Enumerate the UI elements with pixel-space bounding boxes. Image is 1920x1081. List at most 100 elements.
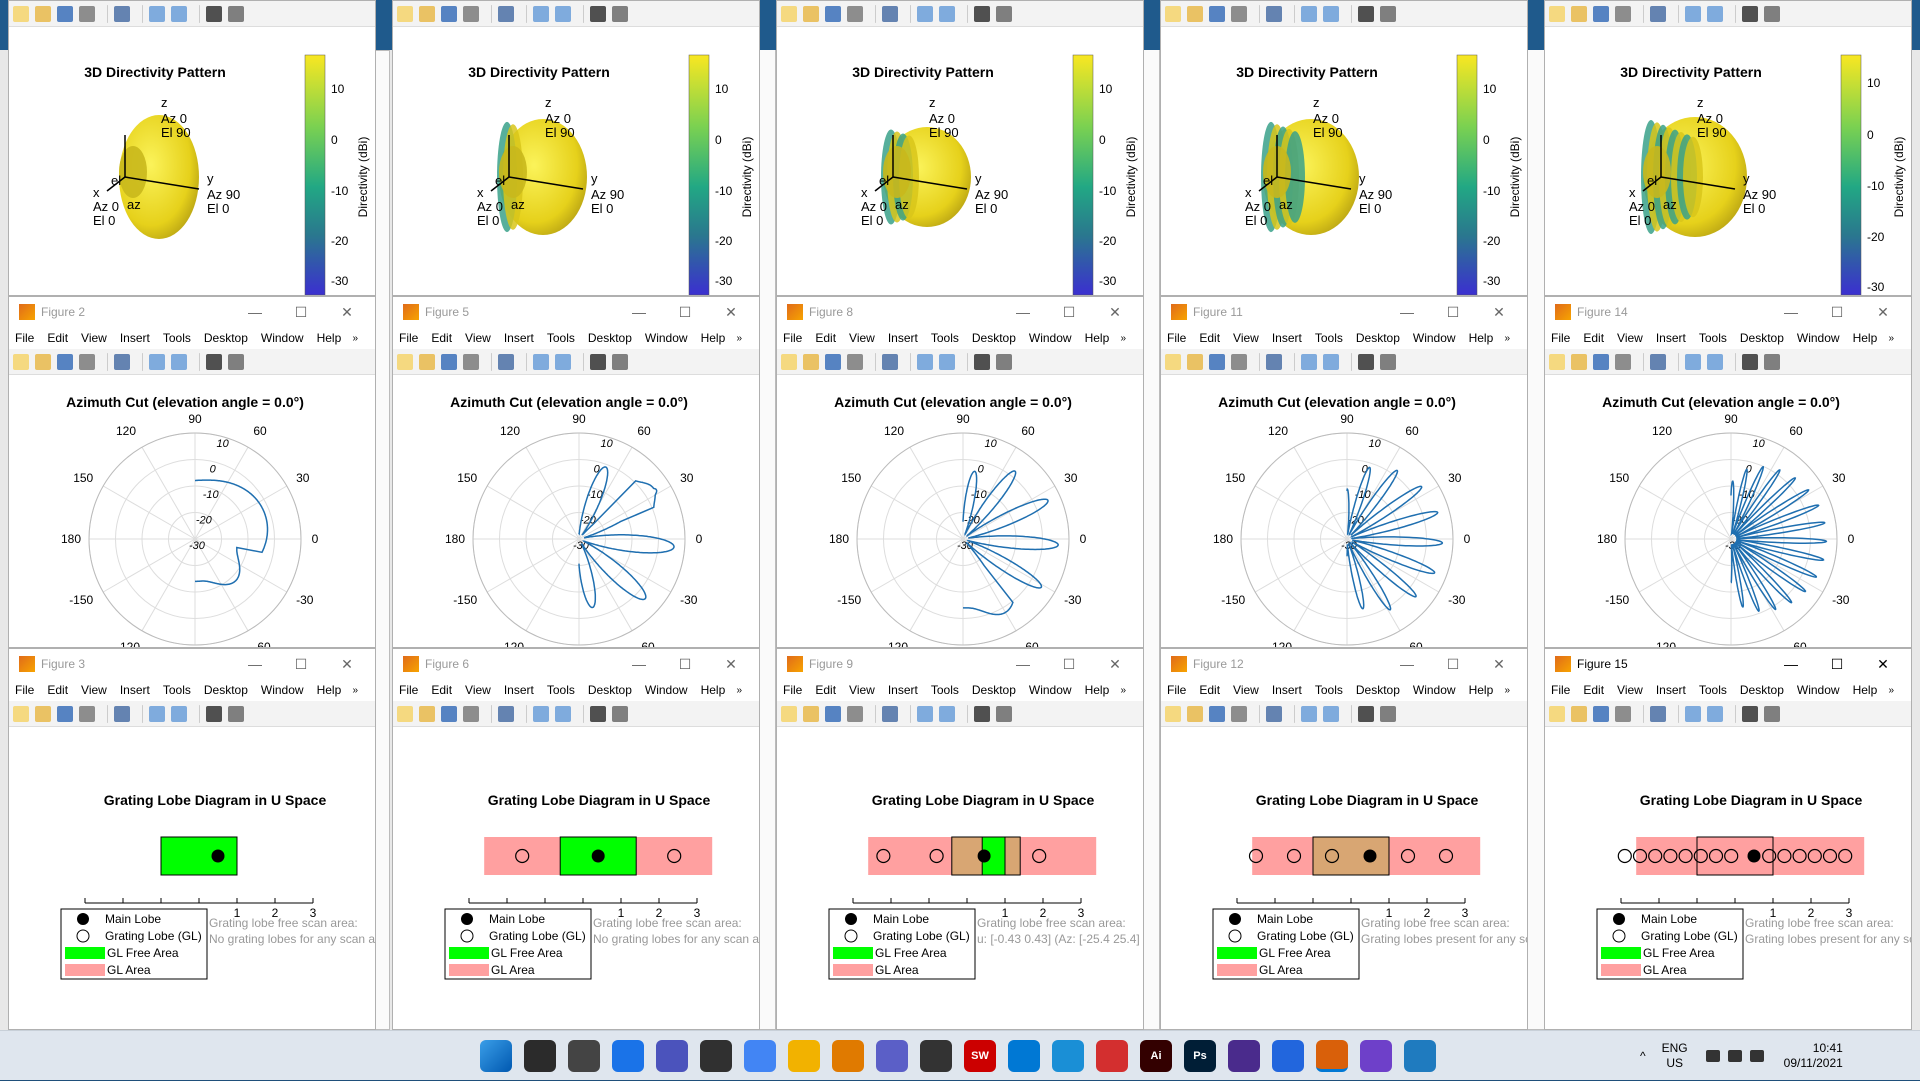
menu-item-desktop[interactable]: Desktop [588, 683, 632, 697]
menu-item-tools[interactable]: Tools [1699, 683, 1727, 697]
menu-item-help[interactable]: Help [1085, 331, 1110, 345]
menu-item-desktop[interactable]: Desktop [1740, 683, 1784, 697]
new-figure-icon[interactable] [1165, 353, 1181, 370]
print-icon[interactable] [79, 705, 95, 722]
menu-item-file[interactable]: File [783, 683, 802, 697]
save-icon[interactable] [441, 5, 457, 22]
property-editor-icon[interactable] [1380, 353, 1396, 370]
menu-item-window[interactable]: Window [1029, 683, 1072, 697]
menu-item-file[interactable]: File [1167, 331, 1186, 345]
link-icon[interactable] [114, 353, 130, 370]
menu-item-file[interactable]: File [399, 331, 418, 345]
maximize-button[interactable]: ☐ [1049, 297, 1089, 327]
menu-item-help[interactable]: Help [1469, 683, 1494, 697]
edit-plot-arrow-icon[interactable] [1358, 353, 1374, 370]
insert-colorbar-icon[interactable] [149, 705, 165, 722]
edit-plot-arrow-icon[interactable] [206, 353, 222, 370]
edit-plot-arrow-icon[interactable] [1358, 705, 1374, 722]
link-icon[interactable] [1650, 5, 1666, 22]
insert-legend-icon[interactable] [939, 5, 955, 22]
edit-plot-arrow-icon[interactable] [206, 5, 222, 22]
menu-item-file[interactable]: File [15, 683, 34, 697]
app-icon[interactable] [1052, 1040, 1084, 1072]
menu-item-edit[interactable]: Edit [47, 331, 68, 345]
save-icon[interactable] [1593, 5, 1609, 22]
menu-item-desktop[interactable]: Desktop [204, 331, 248, 345]
menu-item-edit[interactable]: Edit [815, 683, 836, 697]
insert-legend-icon[interactable] [1707, 705, 1723, 722]
insert-legend-icon[interactable] [939, 705, 955, 722]
close-button[interactable]: ✕ [1863, 649, 1903, 679]
solidworks-icon[interactable]: SW [964, 1040, 996, 1072]
save-icon[interactable] [57, 705, 73, 722]
link-icon[interactable] [1650, 705, 1666, 722]
app-icon[interactable] [1096, 1040, 1128, 1072]
open-file-icon[interactable] [1571, 705, 1587, 722]
property-editor-icon[interactable] [1764, 705, 1780, 722]
property-editor-icon[interactable] [1764, 5, 1780, 22]
save-icon[interactable] [1593, 705, 1609, 722]
insert-colorbar-icon[interactable] [149, 353, 165, 370]
print-icon[interactable] [79, 353, 95, 370]
print-icon[interactable] [847, 5, 863, 22]
menu-overflow-button[interactable]: » [1888, 333, 1894, 344]
open-file-icon[interactable] [419, 5, 435, 22]
menu-item-edit[interactable]: Edit [431, 683, 452, 697]
menu-item-help[interactable]: Help [1469, 331, 1494, 345]
property-editor-icon[interactable] [996, 705, 1012, 722]
property-editor-icon[interactable] [612, 5, 628, 22]
menu-item-view[interactable]: View [81, 683, 107, 697]
menu-item-desktop[interactable]: Desktop [588, 331, 632, 345]
insert-colorbar-icon[interactable] [1301, 353, 1317, 370]
menu-item-insert[interactable]: Insert [504, 331, 534, 345]
edit-plot-arrow-icon[interactable] [974, 705, 990, 722]
edit-plot-arrow-icon[interactable] [590, 705, 606, 722]
minimize-button[interactable]: — [235, 297, 275, 327]
maximize-button[interactable]: ☐ [281, 297, 321, 327]
link-icon[interactable] [1266, 353, 1282, 370]
edit-plot-arrow-icon[interactable] [206, 705, 222, 722]
save-icon[interactable] [1209, 705, 1225, 722]
app-icon[interactable] [1404, 1040, 1436, 1072]
insert-legend-icon[interactable] [555, 353, 571, 370]
clock[interactable]: 10:41 09/11/2021 [1784, 1041, 1843, 1071]
insert-legend-icon[interactable] [1323, 353, 1339, 370]
link-icon[interactable] [1266, 5, 1282, 22]
minimize-button[interactable]: — [1387, 649, 1427, 679]
app-icon[interactable] [1272, 1040, 1304, 1072]
menu-item-edit[interactable]: Edit [1583, 683, 1604, 697]
menu-item-window[interactable]: Window [1029, 331, 1072, 345]
close-button[interactable]: ✕ [711, 297, 751, 327]
menu-item-tools[interactable]: Tools [163, 683, 191, 697]
menu-item-insert[interactable]: Insert [120, 683, 150, 697]
save-icon[interactable] [441, 705, 457, 722]
new-figure-icon[interactable] [781, 705, 797, 722]
menu-overflow-button[interactable]: » [1504, 333, 1510, 344]
new-figure-icon[interactable] [13, 705, 29, 722]
menu-item-file[interactable]: File [1551, 683, 1570, 697]
menu-overflow-button[interactable]: » [1120, 685, 1126, 696]
menu-item-insert[interactable]: Insert [888, 683, 918, 697]
print-icon[interactable] [1231, 5, 1247, 22]
link-icon[interactable] [1266, 705, 1282, 722]
vscode-icon[interactable] [1008, 1040, 1040, 1072]
insert-legend-icon[interactable] [939, 353, 955, 370]
minimize-button[interactable]: — [1003, 297, 1043, 327]
menu-item-edit[interactable]: Edit [1199, 331, 1220, 345]
close-button[interactable]: ✕ [1479, 649, 1519, 679]
matlab-icon[interactable] [1316, 1040, 1348, 1072]
widgets-icon[interactable] [612, 1040, 644, 1072]
menu-item-desktop[interactable]: Desktop [1356, 683, 1400, 697]
language-indicator[interactable]: ENG US [1662, 1041, 1688, 1071]
menu-item-window[interactable]: Window [1413, 683, 1456, 697]
link-icon[interactable] [882, 353, 898, 370]
menu-item-window[interactable]: Window [645, 331, 688, 345]
menu-item-tools[interactable]: Tools [931, 331, 959, 345]
menu-overflow-button[interactable]: » [736, 333, 742, 344]
close-button[interactable]: ✕ [1095, 297, 1135, 327]
open-file-icon[interactable] [803, 353, 819, 370]
menu-item-window[interactable]: Window [1797, 331, 1840, 345]
menu-item-view[interactable]: View [81, 331, 107, 345]
print-icon[interactable] [1615, 5, 1631, 22]
maximize-button[interactable]: ☐ [665, 649, 705, 679]
